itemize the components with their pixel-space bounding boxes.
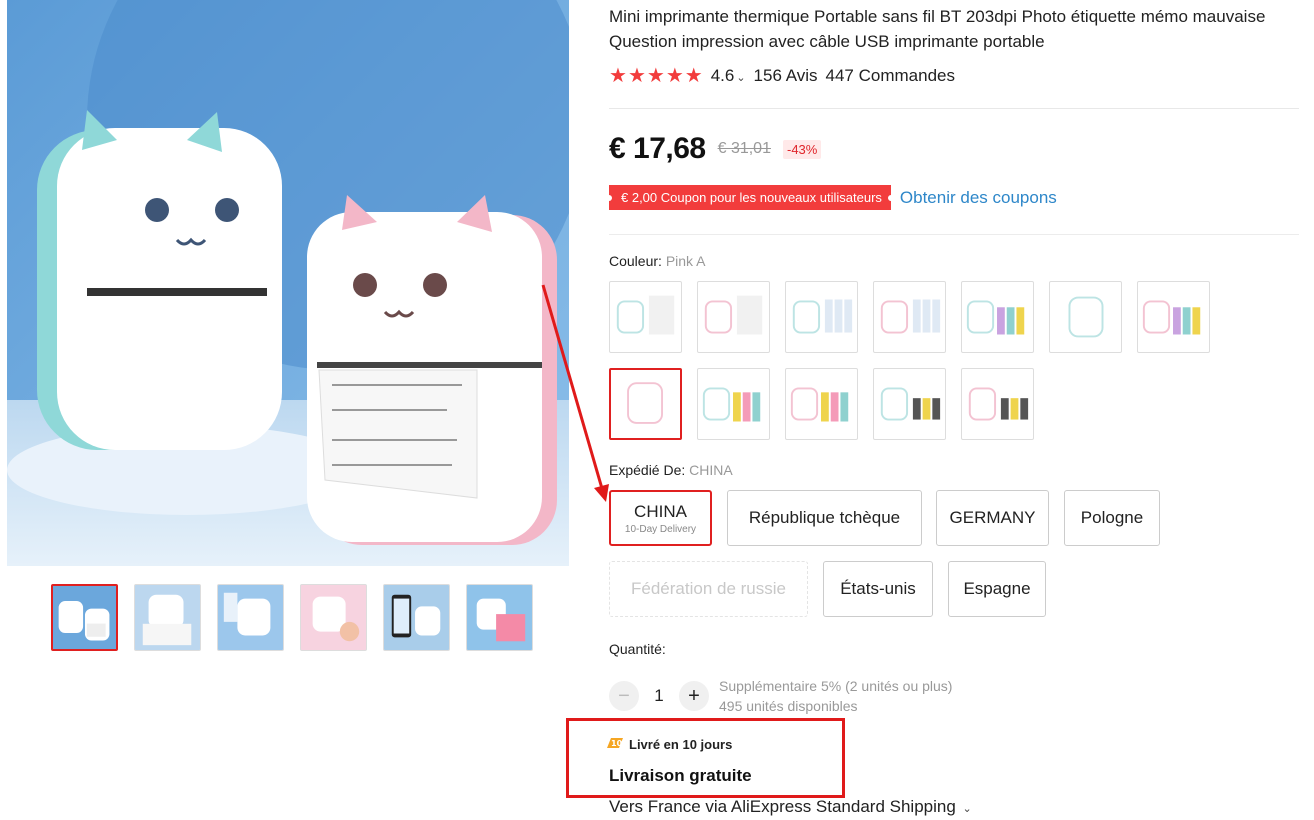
original-price: € 31,01: [717, 140, 771, 157]
rating-value[interactable]: 4.6 ⌄: [711, 66, 746, 86]
ship-option-czech-republic[interactable]: République tchèque: [727, 490, 922, 546]
color-swatch-2[interactable]: [697, 281, 770, 353]
color-swatch-7[interactable]: [1137, 281, 1210, 353]
thumbnail-1[interactable]: [51, 584, 118, 651]
ship-from-label: Expédié De: CHINA: [609, 462, 733, 478]
color-swatch-8[interactable]: [609, 368, 682, 440]
color-swatch-12[interactable]: [961, 368, 1034, 440]
quantity-stepper: − 1 + Supplémentaire 5% (2 unités ou plu…: [609, 676, 952, 716]
color-swatch-11[interactable]: [873, 368, 946, 440]
ship-option-label: Fédération de russie: [631, 579, 786, 598]
star-icon: ★: [665, 65, 684, 87]
color-swatch-1[interactable]: [609, 281, 682, 353]
rating-number: 4.6: [710, 66, 735, 85]
color-swatch-10[interactable]: [785, 368, 858, 440]
color-swatches: [609, 281, 1229, 440]
color-label-text: Couleur:: [609, 253, 662, 269]
get-coupons-link[interactable]: Obtenir des coupons: [900, 188, 1057, 208]
price-row: € 17,68 € 31,01 -43%: [609, 132, 822, 166]
ship-option-poland[interactable]: Pologne: [1064, 490, 1160, 546]
shipping-method-selector[interactable]: Vers France via AliExpress Standard Ship…: [609, 797, 972, 817]
quantity-info: Supplémentaire 5% (2 unités ou plus) 495…: [719, 676, 952, 716]
star-rating: ★ ★ ★ ★ ★: [609, 66, 703, 86]
coupon-row: € 2,00 Coupon pour les nouveaux utilisat…: [606, 185, 1057, 210]
bulk-discount-note: Supplémentaire 5% (2 unités ou plus): [719, 678, 953, 694]
divider: [609, 234, 1299, 235]
ship-from-selected-value: CHINA: [689, 462, 733, 478]
thumbnail-6[interactable]: [466, 584, 533, 651]
ship-option-label: GERMANY: [949, 508, 1036, 527]
color-swatch-4[interactable]: [873, 281, 946, 353]
star-icon: ★: [627, 65, 646, 87]
shipping-method-text: Vers France via AliExpress Standard Ship…: [609, 797, 956, 816]
ship-option-label: République tchèque: [748, 508, 901, 527]
main-product-image[interactable]: [7, 0, 569, 566]
discount-badge: -43%: [782, 139, 822, 159]
color-label: Couleur: Pink A: [609, 253, 706, 269]
quantity-decrease-button[interactable]: −: [609, 681, 639, 711]
ship-option-united-states[interactable]: États-unis: [823, 561, 933, 617]
color-swatch-6[interactable]: [1049, 281, 1122, 353]
quantity-input[interactable]: 1: [639, 686, 679, 706]
color-swatch-3[interactable]: [785, 281, 858, 353]
current-price: € 17,68: [609, 132, 706, 165]
ship-option-china[interactable]: CHINA 10-Day Delivery: [609, 490, 712, 546]
star-icon: ★: [684, 65, 703, 87]
coupon-badge: € 2,00 Coupon pour les nouveaux utilisat…: [606, 185, 894, 210]
available-units: 495 unités disponibles: [719, 698, 858, 714]
star-icon: ★: [646, 65, 665, 87]
ship-option-sub: 10-Day Delivery: [624, 523, 697, 535]
divider: [609, 108, 1299, 109]
color-swatch-9[interactable]: [697, 368, 770, 440]
product-title: Mini imprimante thermique Portable sans …: [609, 7, 1266, 51]
printer-illustration: [7, 0, 569, 566]
reviews-count[interactable]: 156 Avis: [754, 66, 818, 86]
quantity-label: Quantité:: [609, 641, 666, 657]
thumbnail-4[interactable]: [300, 584, 367, 651]
chevron-down-icon: ⌄: [736, 72, 746, 84]
ship-option-label: CHINA: [634, 501, 687, 521]
ship-option-label: Pologne: [1080, 508, 1144, 527]
thumbnail-2[interactable]: [134, 584, 201, 651]
rating-row: ★ ★ ★ ★ ★ 4.6 ⌄ 156 Avis 447 Commandes: [609, 66, 955, 86]
chevron-down-icon: ⌄: [962, 803, 972, 815]
star-icon: ★: [609, 65, 627, 87]
annotation-highlight-box: [566, 718, 845, 798]
color-swatch-5[interactable]: [961, 281, 1034, 353]
ship-option-russia: Fédération de russie: [609, 561, 808, 617]
ship-option-spain[interactable]: Espagne: [948, 561, 1046, 617]
ship-option-germany[interactable]: GERMANY: [936, 490, 1049, 546]
thumbnail-3[interactable]: [217, 584, 284, 651]
quantity-increase-button[interactable]: +: [679, 681, 709, 711]
orders-count: 447 Commandes: [825, 66, 955, 85]
ship-from-label-text: Expédié De:: [609, 462, 686, 478]
ship-option-label: Espagne: [963, 579, 1031, 598]
ship-option-label: États-unis: [840, 579, 916, 598]
color-selected-value: Pink A: [665, 253, 706, 269]
thumbnail-strip: [51, 584, 533, 651]
thumbnail-5[interactable]: [383, 584, 450, 651]
